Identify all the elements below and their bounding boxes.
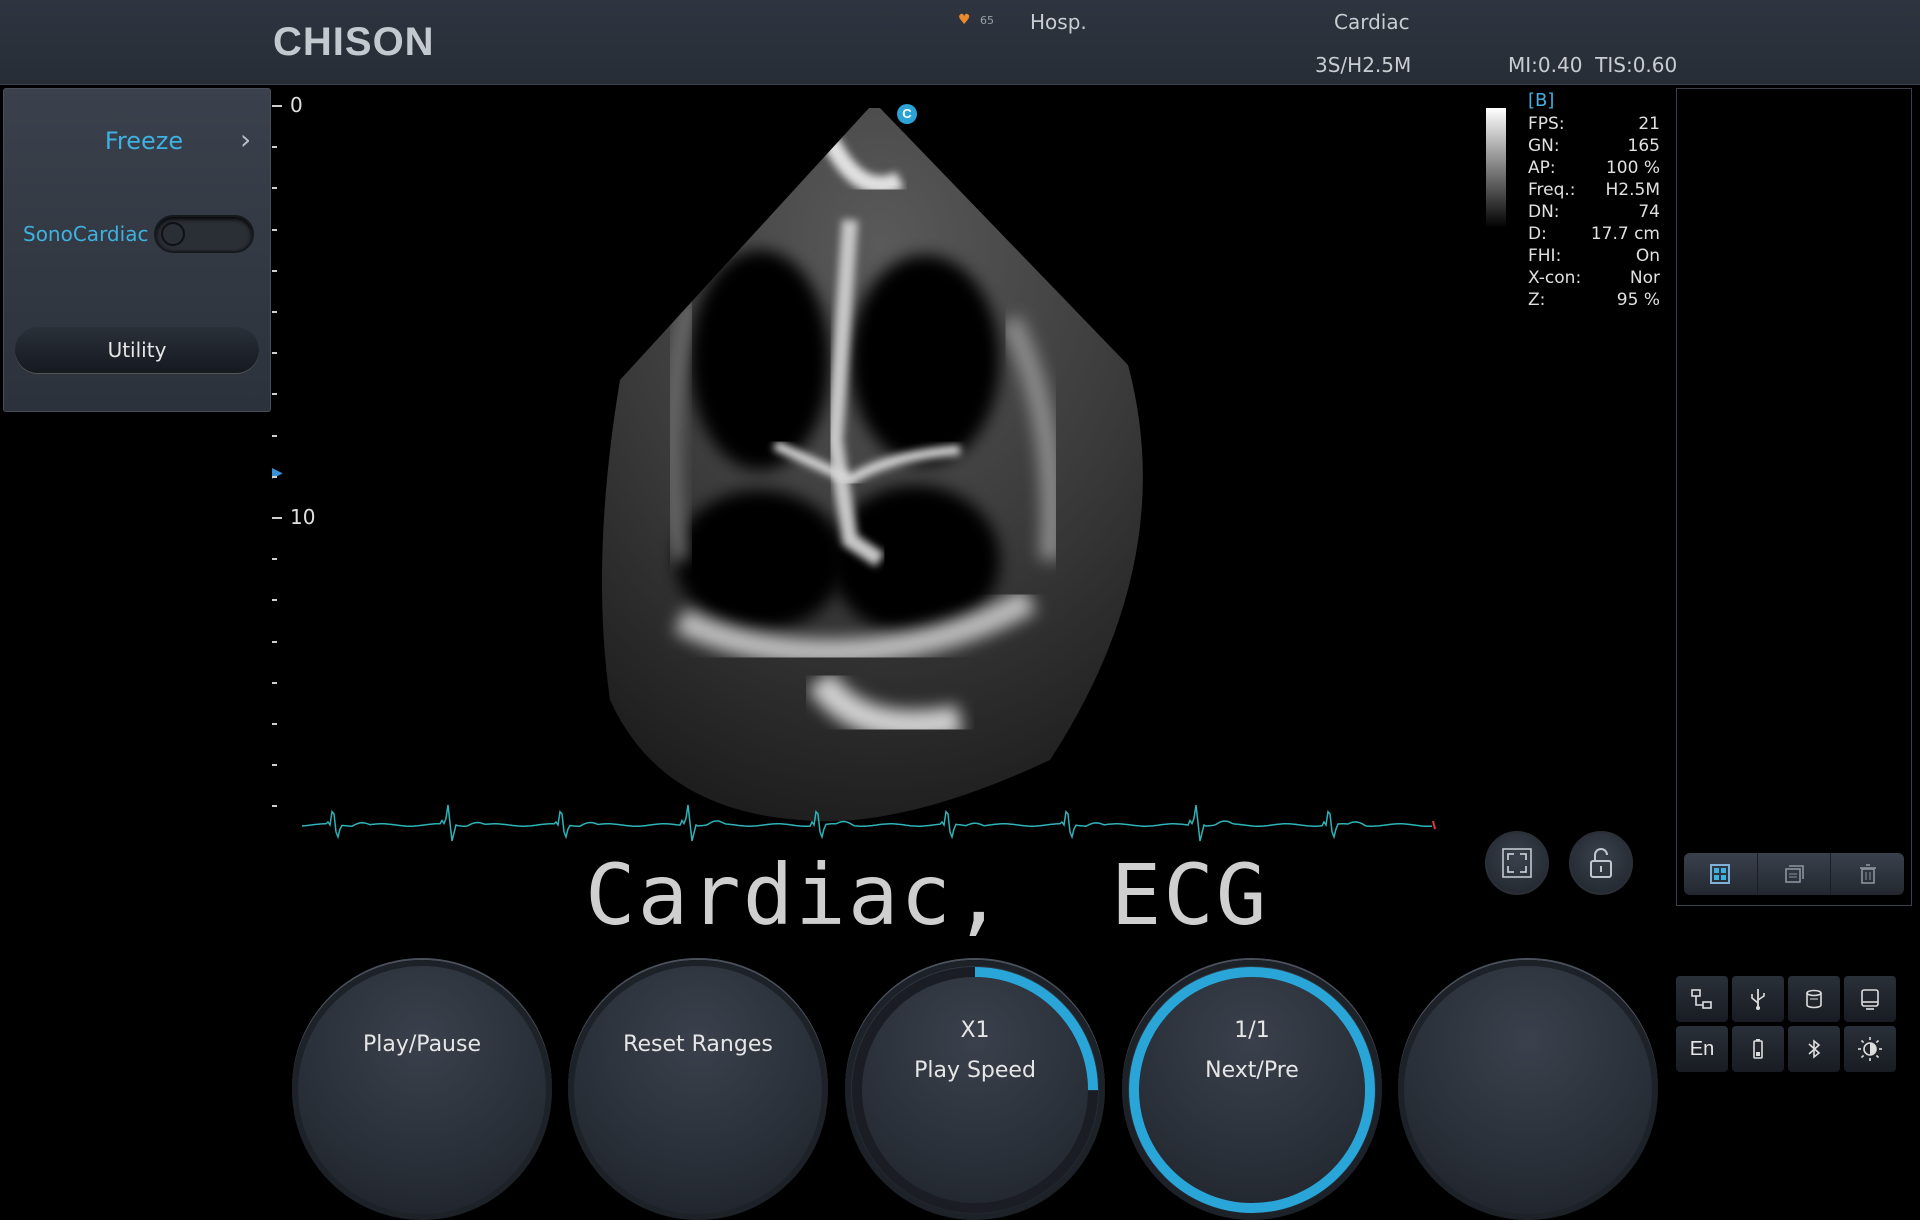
play-speed-ring xyxy=(852,967,1098,1213)
param-row: AP: 100 % xyxy=(1528,158,1660,180)
param-value: 100 % xyxy=(1605,158,1660,178)
param-value: Nor xyxy=(1629,268,1660,288)
param-value: 165 xyxy=(1627,136,1660,156)
play-speed-knob[interactable]: X1 Play Speed xyxy=(845,960,1105,1220)
display-icon[interactable] xyxy=(1844,976,1896,1022)
probe-orientation-marker: C xyxy=(897,104,917,124)
param-key: FPS: xyxy=(1528,114,1565,134)
unlock-icon xyxy=(1590,848,1612,878)
param-value: 17.7 cm xyxy=(1590,224,1660,244)
param-row: FHI: On xyxy=(1528,246,1660,268)
play-speed-value: X1 xyxy=(960,1018,990,1043)
ecg-end-marker xyxy=(1432,820,1436,830)
usb-icon[interactable] xyxy=(1732,976,1784,1022)
next-pre-knob[interactable]: 1/1 Next/Pre xyxy=(1122,960,1382,1220)
param-key: GN: xyxy=(1528,136,1560,156)
param-key: FHI: xyxy=(1528,246,1562,266)
param-key: AP: xyxy=(1528,158,1556,178)
param-value: H2.5M xyxy=(1605,180,1661,200)
param-key: X-con: xyxy=(1528,268,1582,288)
knob-label: Play/Pause xyxy=(363,1032,481,1057)
network-icon[interactable] xyxy=(1676,976,1728,1022)
bluetooth-icon[interactable] xyxy=(1788,1026,1840,1072)
param-key: D: xyxy=(1528,224,1547,244)
param-value: 74 xyxy=(1638,202,1660,222)
sector-scan xyxy=(602,108,1143,822)
param-key: DN: xyxy=(1528,202,1560,222)
param-key: Freq.: xyxy=(1528,180,1576,200)
imaging-mode: [B] xyxy=(1528,90,1555,111)
param-row: GN: 165 xyxy=(1528,136,1660,158)
next-pre-value: 1/1 xyxy=(1234,1018,1270,1043)
grayscale-bar xyxy=(1486,108,1506,228)
brightness-icon[interactable] xyxy=(1844,1026,1896,1072)
param-row: D: 17.7 cm xyxy=(1528,224,1660,246)
param-value: 95 % xyxy=(1616,290,1660,310)
param-row: Freq.: H2.5M xyxy=(1528,180,1660,202)
thumbnail-panel xyxy=(1676,88,1912,906)
lock-button[interactable] xyxy=(1569,831,1633,895)
language-button[interactable]: En xyxy=(1676,1026,1728,1072)
next-pre-ring xyxy=(1129,967,1375,1213)
empty-knob[interactable] xyxy=(1398,960,1658,1220)
fullscreen-icon xyxy=(1502,848,1532,878)
play-pause-knob[interactable]: Play/Pause xyxy=(292,960,552,1220)
mi-tis-readout: MI:0.40 TIS:0.60 xyxy=(1508,53,1678,77)
param-row: Z: 95 % xyxy=(1528,290,1660,312)
delete-icon[interactable] xyxy=(1831,853,1904,895)
print-icon[interactable] xyxy=(1788,976,1840,1022)
param-value: 21 xyxy=(1638,114,1660,134)
thumbnail-toolbar xyxy=(1684,853,1904,895)
send-icon[interactable] xyxy=(1758,853,1832,895)
knob-label: Reset Ranges xyxy=(623,1032,773,1057)
system-icon-grid: En xyxy=(1676,976,1916,1080)
parameter-readout: [B] FPS: 21 GN: 165 AP: 100 % Freq.: H2.5M D… xyxy=(1528,90,1660,312)
reset-ranges-knob[interactable]: Reset Ranges xyxy=(568,960,828,1220)
param-row: DN: 74 xyxy=(1528,202,1660,224)
fullscreen-button[interactable] xyxy=(1485,831,1549,895)
battery-icon[interactable] xyxy=(1732,1026,1784,1072)
param-value: On xyxy=(1635,246,1660,266)
param-row: FPS: 21 xyxy=(1528,114,1660,136)
image-caption: Cardiac, ECG xyxy=(585,846,1269,944)
next-pre-label: Next/Pre xyxy=(1205,1058,1299,1083)
param-key: Z: xyxy=(1528,290,1546,310)
ultrasound-image[interactable] xyxy=(0,0,1460,850)
param-row: X-con: Nor xyxy=(1528,268,1660,290)
select-all-icon[interactable] xyxy=(1684,853,1758,895)
play-speed-label: Play Speed xyxy=(914,1058,1036,1083)
